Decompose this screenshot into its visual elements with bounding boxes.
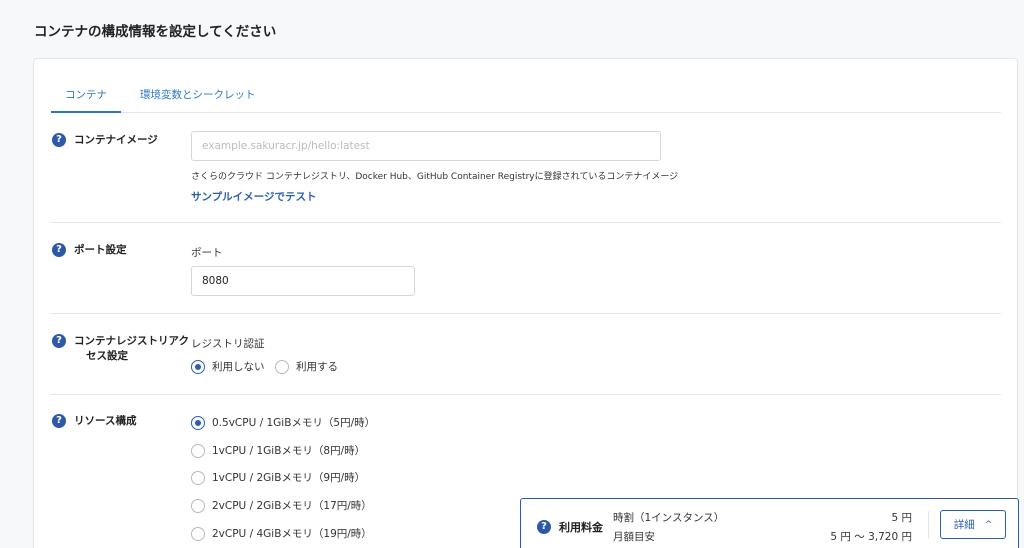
help-icon[interactable]: ?: [537, 520, 551, 534]
registry-access-label-line1: コンテナレジストリアク: [74, 335, 189, 347]
page-title: コンテナの構成情報を設定してください: [34, 24, 277, 40]
registry-access-label-line2: セス設定: [86, 350, 128, 362]
port-label: ? ポート設定: [52, 243, 127, 258]
radio-unchecked-icon[interactable]: [191, 443, 205, 458]
help-icon[interactable]: ?: [52, 414, 66, 428]
resources-label-text: リソース構成: [74, 415, 137, 427]
resource-option[interactable]: 2vCPU / 2GiBメモリ（17円/時）: [191, 498, 372, 513]
registry-auth-option-use[interactable]: 利用する: [275, 359, 338, 374]
radio-checked-icon[interactable]: [191, 415, 205, 430]
resources-label: ? リソース構成: [52, 414, 136, 429]
help-icon[interactable]: ?: [52, 334, 66, 348]
monthly-price-value: 5 円 ～ 3,720 円: [830, 531, 912, 543]
divider: [51, 313, 1001, 314]
divider: [51, 394, 1001, 395]
tab-env-secrets[interactable]: 環境変数とシークレット: [140, 85, 256, 113]
port-field-label: ポート: [191, 247, 223, 259]
tab-bar: コンテナ 環境変数とシークレット: [51, 85, 1001, 113]
radio-unchecked-icon[interactable]: [275, 359, 289, 374]
hourly-price-label: 時割（1インスタンス）: [613, 512, 725, 524]
chevron-up-icon: ^: [984, 519, 993, 530]
radio-unchecked-icon[interactable]: [191, 526, 205, 541]
container-image-label: ? コンテナイメージ: [52, 133, 158, 148]
pricing-title: ? 利用料金: [537, 519, 603, 535]
port-input[interactable]: [191, 266, 415, 296]
registry-access-label: ? コンテナレジストリアク セス設定: [52, 334, 189, 364]
resource-option[interactable]: 0.5vCPU / 1GiBメモリ（5円/時）: [191, 415, 375, 430]
sample-image-link[interactable]: サンプルイメージでテスト: [191, 189, 316, 204]
detail-button[interactable]: 詳細 ^: [940, 510, 1006, 539]
container-image-label-text: コンテナイメージ: [74, 134, 158, 146]
monthly-price-label: 月額目安: [613, 531, 655, 543]
resource-option[interactable]: 2vCPU / 4GiBメモリ（19円/時）: [191, 526, 372, 541]
config-card: コンテナ 環境変数とシークレット ? コンテナイメージ さくらのクラウド コンテ…: [33, 58, 1018, 548]
container-image-description: さくらのクラウド コンテナレジストリ、Docker Hub、GitHub Con…: [191, 172, 679, 182]
registry-auth-label: レジストリ認証: [191, 338, 265, 350]
help-icon[interactable]: ?: [52, 243, 66, 257]
divider: [928, 511, 929, 539]
resource-option[interactable]: 1vCPU / 2GiBメモリ（9円/時）: [191, 470, 365, 485]
radio-checked-icon[interactable]: [191, 359, 205, 374]
resource-option[interactable]: 1vCPU / 1GiBメモリ（8円/時）: [191, 443, 365, 458]
hourly-price-value: 5 円: [891, 512, 912, 524]
tab-container[interactable]: コンテナ: [51, 85, 121, 113]
help-icon[interactable]: ?: [52, 133, 66, 147]
radio-unchecked-icon[interactable]: [191, 498, 205, 513]
divider: [51, 222, 1001, 223]
container-image-input[interactable]: [191, 131, 661, 161]
registry-auth-option-none[interactable]: 利用しない: [191, 359, 265, 374]
pricing-panel: ? 利用料金 時割（1インスタンス） 5 円 月額目安 5 円 ～ 3,720 …: [520, 498, 1019, 548]
radio-unchecked-icon[interactable]: [191, 470, 205, 485]
port-label-text: ポート設定: [74, 244, 127, 256]
